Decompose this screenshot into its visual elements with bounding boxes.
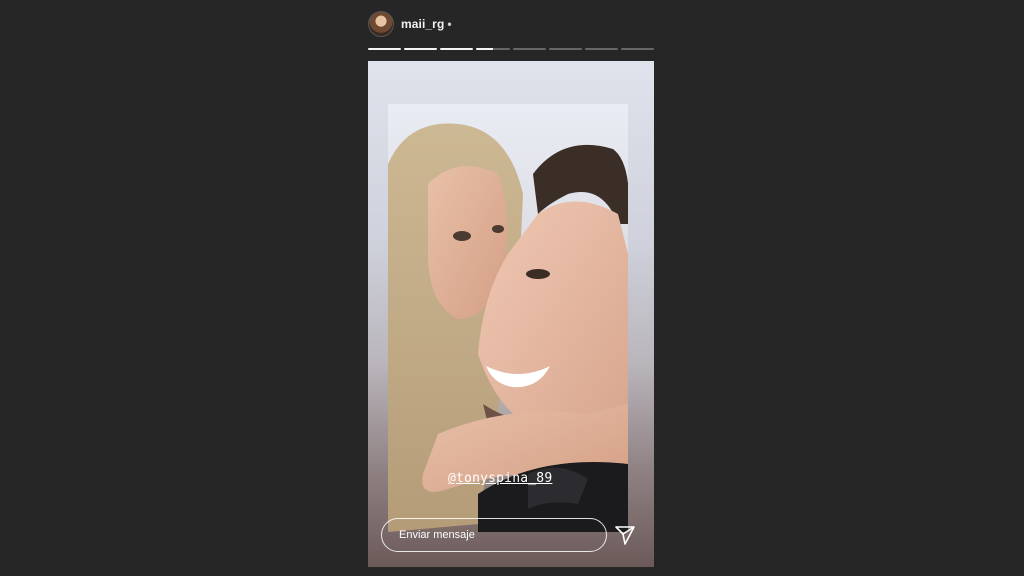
- story-photo: [388, 104, 628, 532]
- progress-segment-fill: [368, 48, 402, 50]
- progress-segment: [620, 48, 654, 50]
- progress-segment: [404, 48, 438, 50]
- story-mention-tag[interactable]: @tonyspina_89: [448, 471, 552, 486]
- progress-segment: [512, 48, 546, 50]
- progress-segment: [440, 48, 474, 50]
- progress-segment: [368, 48, 402, 50]
- progress-segment-fill: [404, 48, 438, 50]
- reply-message-input[interactable]: Enviar mensaje: [381, 518, 607, 552]
- progress-segment: [476, 48, 510, 50]
- story-viewer: maii_rg • @tonyspina_89 Enviar mensaje: [0, 0, 1024, 576]
- paper-plane-icon[interactable]: [613, 523, 637, 547]
- user-avatar[interactable]: [368, 11, 394, 37]
- username[interactable]: maii_rg: [401, 17, 444, 31]
- story-frame[interactable]: @tonyspina_89 Enviar mensaje: [368, 61, 654, 567]
- story-header: maii_rg •: [368, 9, 654, 39]
- progress-segment: [548, 48, 582, 50]
- header-separator: •: [447, 17, 452, 31]
- progress-segment: [584, 48, 618, 50]
- progress-segment-fill: [440, 48, 474, 50]
- progress-segment-fill: [476, 48, 493, 50]
- story-progress-bars: [368, 48, 654, 50]
